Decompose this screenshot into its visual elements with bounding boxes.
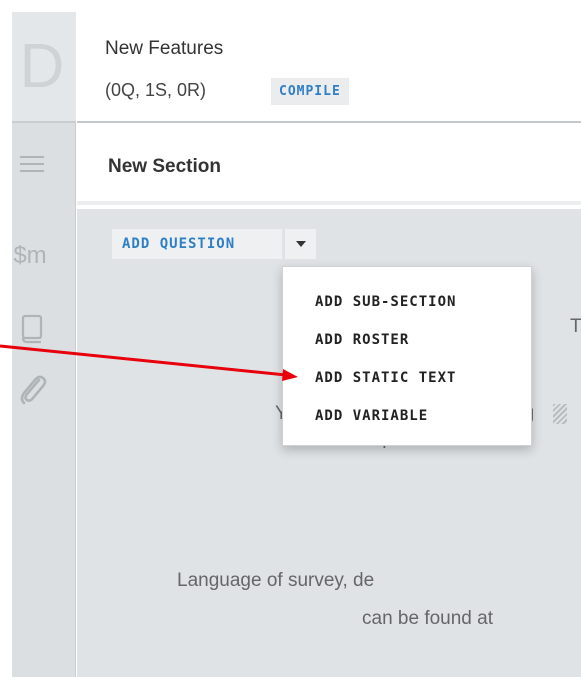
questionnaire-title: New Features xyxy=(105,38,224,59)
add-question-button[interactable]: ADD QUESTION xyxy=(112,229,282,259)
macros-icon[interactable]: $m xyxy=(10,244,50,268)
book-icon[interactable] xyxy=(12,314,52,344)
compile-button[interactable]: COMPILE xyxy=(271,78,349,105)
add-sub-section-item[interactable]: ADD SUB-SECTION xyxy=(283,287,531,317)
add-menu-dropdown: ADD SUB-SECTION ADD ROSTER ADD STATIC TE… xyxy=(282,266,532,446)
hint-text-line5: can be found at xyxy=(362,608,493,629)
section-title[interactable]: New Section xyxy=(108,156,221,178)
menu-icon[interactable] xyxy=(12,151,52,177)
add-static-text-item[interactable]: ADD STATIC TEXT xyxy=(283,363,531,393)
hint-text-line4: Language of survey, de xyxy=(177,570,375,591)
questionnaire-header: New Features (0Q, 1S, 0R) COMPILE xyxy=(77,12,581,123)
macros-label: $m xyxy=(13,242,47,269)
add-variable-item[interactable]: ADD VARIABLE xyxy=(283,401,531,431)
questionnaire-stats: (0Q, 1S, 0R) xyxy=(105,80,207,100)
section-header: New Section xyxy=(77,125,581,205)
paperclip-icon[interactable] xyxy=(12,372,52,406)
drag-handle-icon xyxy=(553,404,567,424)
add-roster-item[interactable]: ADD ROSTER xyxy=(283,325,531,355)
app-logo[interactable]: D xyxy=(12,12,76,123)
caret-down-icon xyxy=(295,241,306,247)
logo-letter: D xyxy=(19,31,65,101)
hint-text-line1: T xyxy=(570,316,581,337)
add-menu-dropdown-toggle[interactable] xyxy=(285,229,316,259)
left-sidebar: D $m xyxy=(12,12,76,677)
